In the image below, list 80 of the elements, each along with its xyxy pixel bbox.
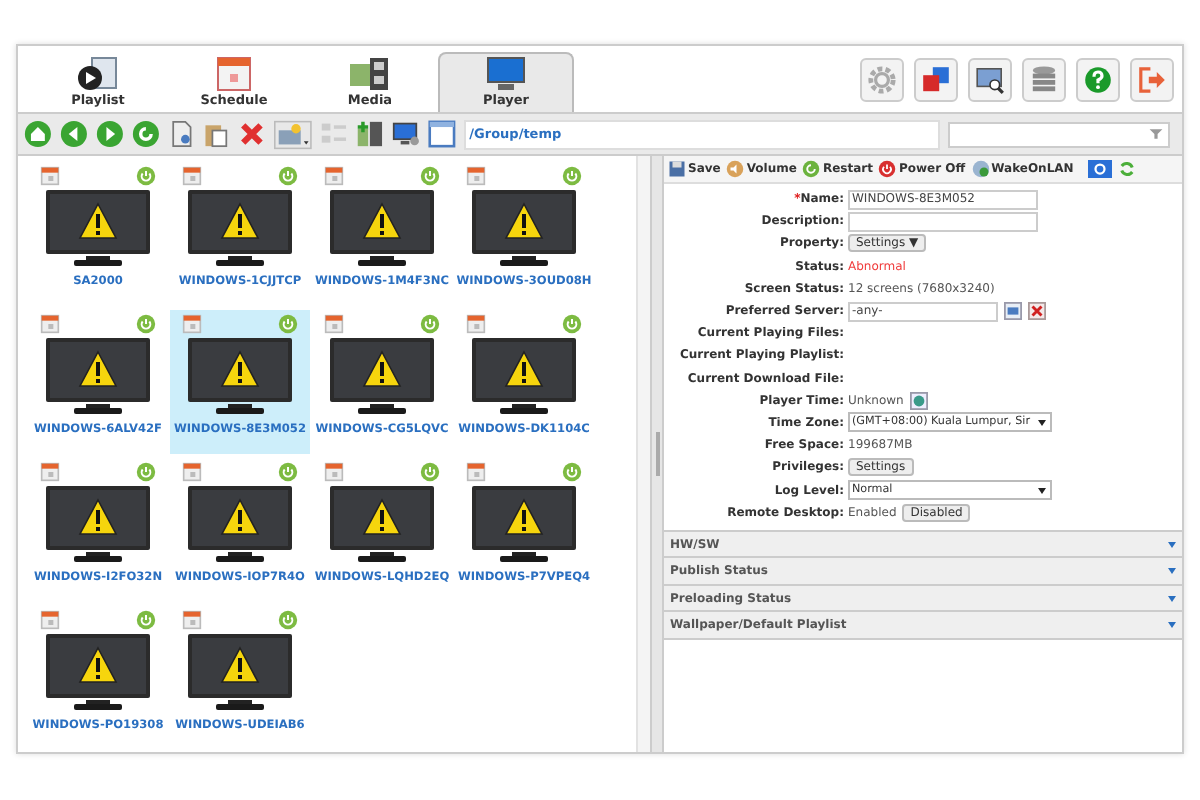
calendar-icon <box>324 314 344 334</box>
screens-button[interactable] <box>914 57 958 101</box>
power-icon <box>562 314 582 334</box>
calendar-icon <box>466 314 486 334</box>
scrollbar[interactable] <box>636 156 650 752</box>
warning-monitor-icon <box>44 336 152 416</box>
power-icon <box>278 462 298 482</box>
database-button[interactable] <box>1022 57 1066 101</box>
monitor-search-button[interactable] <box>968 57 1012 101</box>
logout-icon <box>1136 63 1168 95</box>
warning-monitor-icon <box>44 188 152 268</box>
globe-icon <box>971 160 990 178</box>
power-icon <box>136 610 156 630</box>
add-list-icon[interactable] <box>355 120 384 148</box>
power-icon <box>278 314 298 334</box>
warning-monitor-icon <box>470 336 578 416</box>
document-icon[interactable] <box>167 120 195 148</box>
dropdown-arrow-icon <box>1038 488 1046 495</box>
refresh-icon[interactable] <box>131 120 160 148</box>
warning-monitor-icon <box>470 188 578 268</box>
power-icon <box>278 610 298 630</box>
calendar-icon <box>182 610 202 630</box>
power-icon <box>420 314 440 334</box>
warning-monitor-icon <box>328 336 436 416</box>
settings-button[interactable] <box>860 57 904 101</box>
warning-monitor-icon <box>186 336 294 416</box>
camera-icon[interactable] <box>274 119 313 149</box>
search-field[interactable] <box>947 121 1170 147</box>
screens-icon <box>920 63 952 95</box>
calendar-icon <box>40 610 60 630</box>
warning-monitor-icon <box>328 484 436 564</box>
power-icon <box>136 166 156 186</box>
calendar-icon <box>40 314 60 334</box>
calendar-icon <box>324 462 344 482</box>
browse-icon[interactable] <box>1004 302 1022 321</box>
warning-monitor-icon <box>186 484 294 564</box>
power-icon <box>562 462 582 482</box>
warning-monitor-icon <box>470 484 578 564</box>
forward-icon[interactable] <box>95 120 124 148</box>
paste-icon[interactable] <box>202 120 231 148</box>
warning-monitor-icon <box>44 632 152 712</box>
dropdown-arrow-icon <box>1038 420 1046 427</box>
clear-icon[interactable] <box>1028 302 1046 321</box>
home-icon[interactable] <box>24 120 52 148</box>
calendar-icon <box>182 166 202 186</box>
sync-icon[interactable] <box>909 391 928 410</box>
power-icon <box>136 462 156 482</box>
calendar-icon <box>40 462 60 482</box>
power-icon <box>136 314 156 334</box>
calendar-icon <box>182 314 202 334</box>
text-field[interactable] <box>848 211 1038 232</box>
help-button[interactable] <box>1076 57 1120 101</box>
refresh-icon[interactable] <box>1117 160 1136 178</box>
database-icon <box>1028 63 1060 95</box>
monitor-search-icon <box>974 63 1006 95</box>
calendar-icon <box>182 462 202 482</box>
calendar-icon <box>40 166 60 186</box>
help-icon <box>1082 63 1114 95</box>
monitor-icon <box>482 56 530 92</box>
gear-icon <box>866 63 898 95</box>
logout-button[interactable] <box>1130 57 1174 101</box>
warning-monitor-icon <box>186 632 294 712</box>
power-icon <box>562 166 582 186</box>
monitor-icon[interactable] <box>391 120 420 148</box>
monitor-icon[interactable] <box>1087 160 1112 178</box>
calendar-icon <box>324 166 344 186</box>
warning-monitor-icon <box>328 188 436 268</box>
film-icon <box>346 56 394 92</box>
filter-icon[interactable] <box>1148 126 1164 142</box>
playlist-icon <box>74 56 122 92</box>
power-icon <box>420 462 440 482</box>
window-icon[interactable] <box>427 120 456 148</box>
calendar-icon <box>466 462 486 482</box>
power-icon <box>278 166 298 186</box>
power-icon <box>420 166 440 186</box>
back-icon[interactable] <box>59 120 88 148</box>
warning-monitor-icon <box>44 484 152 564</box>
calendar-icon <box>466 166 486 186</box>
warning-monitor-icon <box>186 188 294 268</box>
delete-icon[interactable] <box>238 120 267 148</box>
